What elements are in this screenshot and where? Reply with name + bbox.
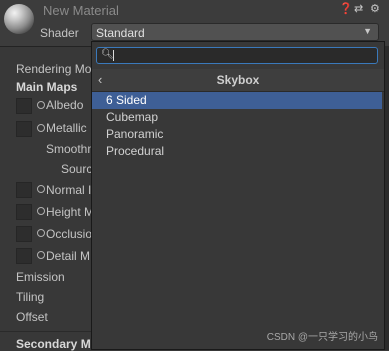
search-field[interactable]: 🔍︎	[96, 47, 378, 64]
metallic-picker-icon[interactable]	[37, 124, 45, 132]
albedo-texture-slot[interactable]	[16, 98, 32, 114]
smoothness-label: Smoothn	[46, 142, 95, 156]
occlusion-label: Occlusio	[46, 227, 93, 241]
secondary-maps-heading: Secondary M	[16, 337, 91, 351]
popup-category-header: ‹ Skybox	[92, 69, 384, 92]
occlusion-picker-icon[interactable]	[37, 229, 45, 237]
occlusion-texture-slot[interactable]	[16, 226, 32, 242]
preset-sliders-icon[interactable]: ⇄	[354, 2, 363, 15]
detail-mask-label: Detail M	[46, 249, 91, 263]
watermark-text: CSDN @一只学习的小鸟	[266, 332, 378, 343]
normal-map-picker-icon[interactable]	[37, 185, 45, 193]
shader-option-panoramic[interactable]: Panoramic	[92, 126, 382, 143]
metallic-texture-slot[interactable]	[16, 121, 32, 137]
emission-label: Emission	[16, 270, 65, 284]
shader-option-6-sided[interactable]: 6 Sided	[92, 92, 382, 109]
main-maps-heading: Main Maps	[16, 80, 78, 94]
material-header: New Material ❓ ⇄ ⚙ Shader Standard ▼	[0, 0, 389, 47]
shader-selection-popup: 🔍︎ ‹ Skybox 6 Sided Cubemap Panoramic Pr…	[91, 41, 385, 350]
height-map-texture-slot[interactable]	[16, 204, 32, 220]
popup-category-title: Skybox	[216, 73, 260, 87]
help-icon[interactable]: ❓	[339, 2, 353, 15]
detail-mask-picker-icon[interactable]	[37, 251, 45, 259]
albedo-label: Albedo	[46, 98, 84, 112]
normal-map-label: Normal I	[46, 183, 92, 197]
inspector-scrollbar[interactable]	[385, 46, 389, 350]
material-preview-sphere	[4, 4, 34, 34]
detail-mask-texture-slot[interactable]	[16, 248, 32, 264]
offset-label: Offset	[16, 310, 48, 324]
shader-option-procedural[interactable]: Procedural	[92, 143, 382, 160]
shader-dropdown-value: Standard	[96, 26, 145, 40]
height-map-picker-icon[interactable]	[37, 207, 45, 215]
tiling-label: Tiling	[16, 290, 45, 304]
material-title: New Material	[43, 3, 119, 18]
section-divider	[0, 331, 92, 332]
albedo-picker-icon[interactable]	[37, 101, 45, 109]
metallic-label: Metallic	[46, 121, 87, 135]
height-map-label: Height M	[46, 205, 95, 219]
shader-label: Shader	[40, 26, 79, 40]
normal-map-texture-slot[interactable]	[16, 182, 32, 198]
source-label: Sourc	[61, 162, 93, 176]
text-caret	[113, 50, 114, 61]
gear-icon[interactable]: ⚙	[370, 2, 380, 15]
dropdown-arrow-icon: ▼	[363, 26, 372, 36]
shader-option-cubemap[interactable]: Cubemap	[92, 109, 382, 126]
rendering-mode-label: Rendering Mo	[16, 62, 92, 76]
search-icon: 🔍︎	[101, 49, 114, 60]
shader-dropdown[interactable]: Standard ▼	[91, 23, 379, 41]
